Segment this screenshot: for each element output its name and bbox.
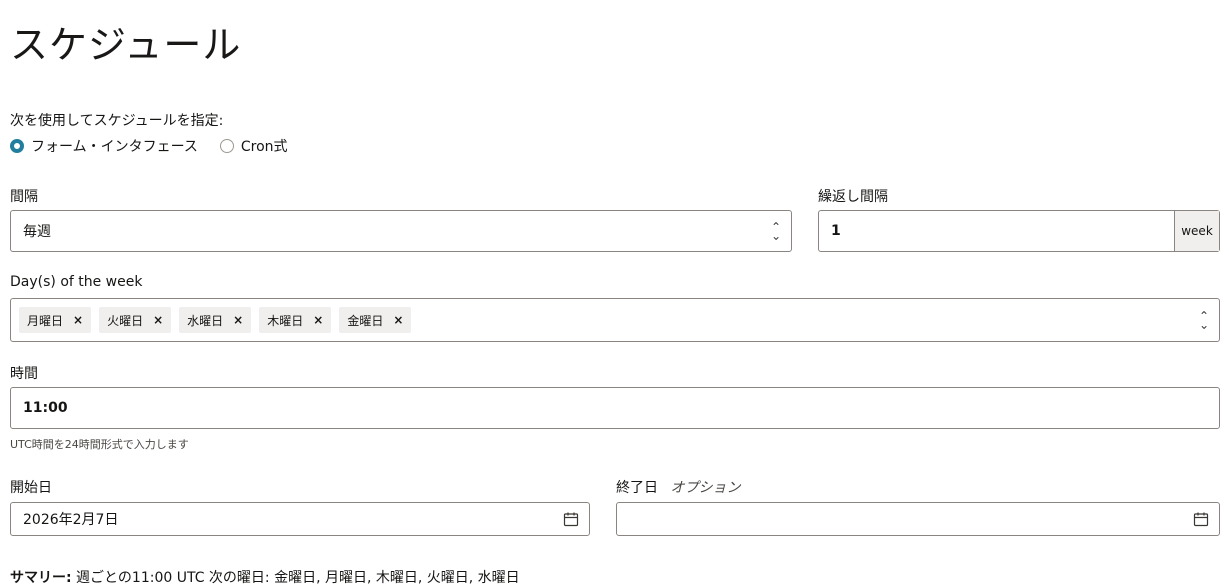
radio-cron-expression[interactable]: Cron式 <box>219 136 288 156</box>
interval-label: 間隔 <box>10 189 38 205</box>
repeat-interval-input[interactable]: 1 week <box>818 210 1220 252</box>
day-chip-wednesday: 水曜日 × <box>179 307 252 333</box>
summary-prefix: サマリー: <box>10 570 72 586</box>
end-date-label: 終了日 オプション <box>616 480 741 496</box>
repeat-interval-value: 1 <box>831 223 841 239</box>
start-date-input[interactable]: 2026年2月7日 <box>10 502 590 536</box>
start-date-label: 開始日 <box>10 480 52 496</box>
time-label: 時間 <box>10 366 38 382</box>
calendar-icon[interactable] <box>563 511 579 527</box>
remove-chip-icon[interactable]: × <box>233 313 243 327</box>
radio-form-interface-label: フォーム・インタフェース <box>31 139 198 155</box>
repeat-interval-label: 繰返し間隔 <box>818 189 888 205</box>
radio-unselected-icon <box>219 139 234 153</box>
up-down-chevron-icon: ⌃ ⌃ <box>1198 309 1209 331</box>
time-value: 11:00 <box>23 400 68 416</box>
time-input[interactable]: 11:00 <box>10 387 1220 429</box>
radio-cron-expression-label: Cron式 <box>240 139 288 155</box>
schedule-summary: サマリー: 週ごとの11:00 UTC 次の曜日: 金曜日, 月曜日, 木曜日,… <box>10 567 520 587</box>
end-date-optional: オプション <box>670 480 741 496</box>
page-title: スケジュール <box>10 23 242 67</box>
calendar-icon[interactable] <box>1193 511 1209 527</box>
radio-form-interface[interactable]: フォーム・インタフェース <box>10 136 198 156</box>
day-chip-friday: 金曜日 × <box>339 307 412 333</box>
end-date-input[interactable] <box>616 502 1220 536</box>
schedule-spec-radio-group: フォーム・インタフェース Cron式 <box>10 136 310 156</box>
remove-chip-icon[interactable]: × <box>73 313 83 327</box>
remove-chip-icon[interactable]: × <box>393 313 403 327</box>
day-chip-tuesday: 火曜日 × <box>99 307 172 333</box>
radio-selected-icon <box>10 139 24 153</box>
days-of-week-select[interactable]: 月曜日 × 火曜日 × 水曜日 × 木曜日 × 金曜日 × ⌃ ⌃ <box>10 298 1220 342</box>
interval-value: 毎週 <box>23 224 51 240</box>
remove-chip-icon[interactable]: × <box>313 313 323 327</box>
remove-chip-icon[interactable]: × <box>153 313 163 327</box>
repeat-interval-unit: week <box>1174 211 1219 251</box>
schedule-spec-label: 次を使用してスケジュールを指定: <box>10 113 224 129</box>
interval-select[interactable]: 毎週 ⌃ ⌃ <box>10 210 792 252</box>
summary-text: 週ごとの11:00 UTC 次の曜日: 金曜日, 月曜日, 木曜日, 火曜日, … <box>71 570 520 586</box>
days-of-week-label: Day(s) of the week <box>10 274 143 290</box>
day-chip-thursday: 木曜日 × <box>259 307 332 333</box>
up-down-chevron-icon: ⌃ ⌃ <box>770 220 781 242</box>
day-chip-monday: 月曜日 × <box>19 307 92 333</box>
time-hint: UTC時間を24時間形式で入力します <box>10 438 189 451</box>
start-date-value: 2026年2月7日 <box>23 512 119 528</box>
